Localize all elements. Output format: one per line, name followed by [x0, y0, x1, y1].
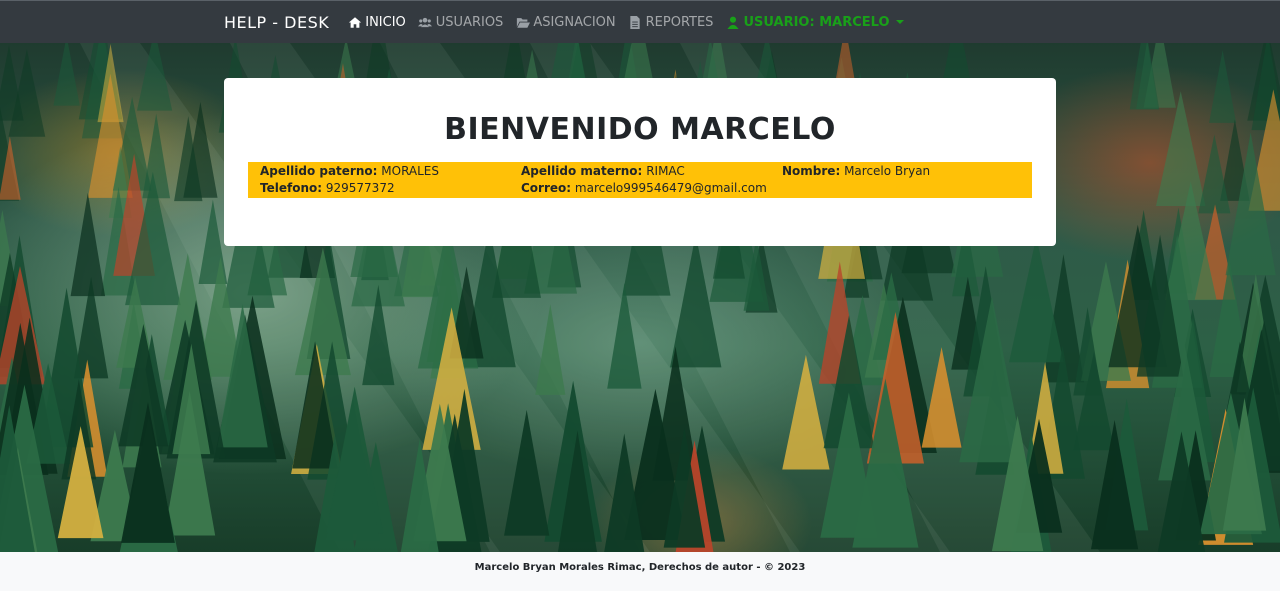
brand-logo[interactable]: HELP - DESK: [224, 13, 329, 32]
apellido-materno-field: Apellido materno: RIMAC: [521, 163, 782, 180]
folder-open-icon: [515, 16, 530, 29]
users-icon: [418, 16, 433, 29]
correo-value: marcelo999546479@gmail.com: [574, 181, 767, 195]
nav-inicio[interactable]: INICIO: [347, 15, 406, 30]
copyright-text: Marcelo Bryan Morales Rimac, Derechos de…: [474, 562, 806, 573]
top-navbar: HELP - DESK INICIO USUARIOS ASIGNACION R…: [0, 0, 1280, 43]
nombre-value: Marcelo Bryan: [844, 164, 931, 178]
apellido-paterno-label: Apellido paterno:: [260, 164, 378, 178]
apellido-paterno-value: MORALES: [381, 164, 440, 178]
user-dropdown[interactable]: USUARIO: MARCELO: [725, 14, 904, 30]
nombre-label: Nombre:: [782, 164, 841, 178]
user-icon: [725, 16, 740, 29]
telefono-value: 929577372: [325, 181, 395, 195]
apellido-materno-label: Apellido materno:: [521, 164, 643, 178]
nav-usuarios[interactable]: USUARIOS: [418, 14, 504, 30]
user-dropdown-label: USUARIO: MARCELO: [743, 14, 890, 30]
page-footer: Marcelo Bryan Morales Rimac, Derechos de…: [0, 552, 1280, 591]
file-icon: [628, 15, 643, 29]
nav-usuarios-label: USUARIOS: [435, 14, 504, 30]
caret-down-icon: [895, 20, 904, 24]
home-icon: [347, 16, 362, 29]
telefono-label: Telefono:: [260, 181, 323, 195]
nav-reportes-label: REPORTES: [645, 14, 714, 30]
user-info-banner: Apellido paterno: MORALES Apellido mater…: [248, 162, 1032, 198]
nav-asignacion[interactable]: ASIGNACION: [515, 14, 616, 30]
apellido-paterno-field: Apellido paterno: MORALES: [260, 163, 521, 180]
nombre-field: Nombre: Marcelo Bryan: [782, 163, 1020, 180]
welcome-card: BIENVENIDO MARCELO Apellido paterno: MOR…: [224, 78, 1056, 246]
nav-inicio-label: INICIO: [365, 14, 406, 30]
page-title: BIENVENIDO MARCELO: [444, 112, 836, 147]
telefono-field: Telefono: 929577372: [260, 180, 521, 197]
nav-asignacion-label: ASIGNACION: [533, 14, 616, 30]
correo-label: Correo:: [521, 181, 572, 195]
nav-reportes[interactable]: REPORTES: [628, 14, 714, 30]
apellido-materno-value: RIMAC: [646, 164, 685, 178]
correo-field: Correo: marcelo999546479@gmail.com: [521, 180, 782, 197]
